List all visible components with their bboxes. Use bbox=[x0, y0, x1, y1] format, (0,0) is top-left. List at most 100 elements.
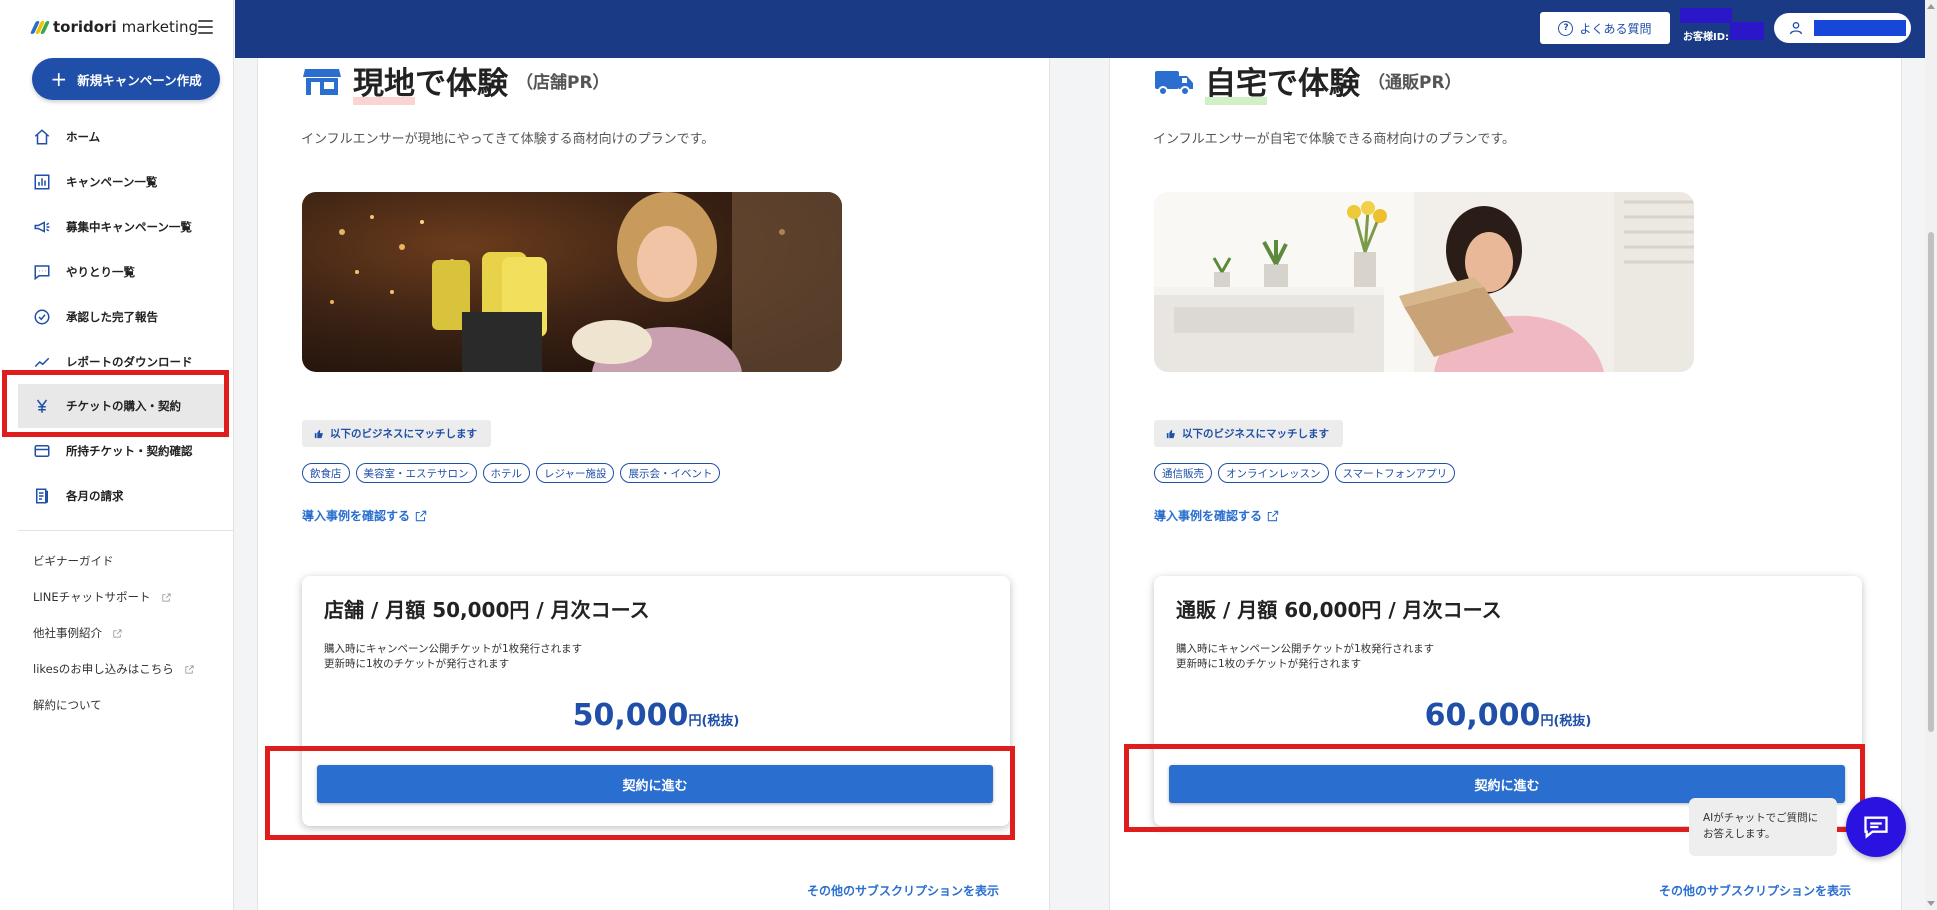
pricing-card-note: 購入時にキャンペーン公開チケットが1枚発行されます 更新時に1枚のチケットが発行… bbox=[1176, 642, 1434, 672]
price-amount: 50,000 bbox=[572, 698, 689, 733]
sidebar-item-approved[interactable]: 承認した完了報告 bbox=[0, 294, 233, 339]
note-line: 購入時にキャンペーン公開チケットが1枚発行されます bbox=[1176, 643, 1435, 655]
annotation-box bbox=[265, 746, 1015, 840]
business-tag: 飲食店 bbox=[302, 463, 350, 483]
sidebar-link-likes-apply[interactable]: likesのお申し込みはこちら bbox=[0, 651, 233, 687]
note-line: 購入時にキャンペーン公開チケットが1枚発行されます bbox=[324, 643, 583, 655]
redacted-block bbox=[1730, 22, 1764, 40]
plan-title: 自宅で体験 （通販PR） bbox=[1155, 58, 1462, 105]
price: 60,000円(税抜) bbox=[1154, 698, 1862, 733]
logo-row: toridori marketing bbox=[0, 0, 233, 54]
sidebar: toridori marketing + 新規キャンペーン作成 ホーム キャンペ… bbox=[0, 0, 234, 910]
sidebar-item-label: 承認した完了報告 bbox=[66, 309, 158, 324]
business-tags: 通信販売 オンラインレッスン スマートフォンアプリ bbox=[1154, 463, 1456, 483]
match-badge: 以下のビジネスにマッチします bbox=[1154, 420, 1343, 447]
sidebar-nav: ホーム キャンペーン一覧 募集中キャンペーン一覧 やりとり一覧 承認した完了報告… bbox=[0, 114, 233, 518]
ai-chat-tooltip: AIがチャットでご質問に お答えします。 bbox=[1689, 798, 1837, 856]
sidebar-link-line-support[interactable]: LINEチャットサポート bbox=[0, 579, 233, 615]
annotation-box bbox=[2, 370, 229, 437]
new-campaign-label: 新規キャンペーン作成 bbox=[77, 72, 202, 88]
home-icon bbox=[32, 127, 52, 147]
plan-photo-mailorder bbox=[1154, 192, 1694, 372]
case-study-link[interactable]: 導入事例を確認する bbox=[1154, 507, 1280, 524]
new-campaign-button[interactable]: + 新規キャンペーン作成 bbox=[32, 58, 220, 100]
external-link-icon bbox=[112, 628, 123, 639]
match-badge: 以下のビジネスにマッチします bbox=[302, 420, 491, 447]
plan-title-sub: （通販PR） bbox=[1368, 73, 1462, 93]
sidebar-item-label: 募集中キャンペーン一覧 bbox=[66, 219, 192, 234]
megaphone-icon bbox=[32, 217, 52, 237]
business-tag: オンラインレッスン bbox=[1218, 463, 1329, 483]
chat-icon bbox=[1864, 816, 1888, 839]
chat-fab-button[interactable] bbox=[1846, 797, 1906, 857]
user-icon bbox=[1790, 22, 1802, 35]
plan-description: インフルエンサーが現地にやってきて体験する商材向けのプランです。 bbox=[301, 132, 715, 147]
plan-title-sub: （店舗PR） bbox=[516, 73, 610, 93]
menu-icon[interactable] bbox=[198, 20, 213, 34]
plan-title-text: 現地で体験 bbox=[353, 66, 508, 102]
more-subscriptions-link[interactable]: その他のサブスクリプションを表示 bbox=[807, 882, 999, 899]
card-icon bbox=[32, 441, 52, 461]
case-link-label: 導入事例を確認する bbox=[1154, 509, 1263, 523]
trend-icon bbox=[32, 352, 52, 372]
sidebar-item-label: やりとり一覧 bbox=[66, 264, 135, 279]
logo-text: marketing bbox=[121, 18, 199, 36]
ai-chat-text: お答えします。 bbox=[1703, 828, 1776, 840]
user-menu-button[interactable] bbox=[1774, 13, 1911, 43]
sidebar-link-label: ビギナーガイド bbox=[33, 554, 114, 568]
note-line: 更新時に1枚のチケットが発行されます bbox=[324, 658, 510, 670]
sidebar-item-home[interactable]: ホーム bbox=[0, 114, 233, 159]
business-tag: 展示会・イベント bbox=[620, 463, 721, 483]
logo-bold-text: toridori bbox=[53, 18, 117, 36]
redacted-username bbox=[1814, 20, 1906, 36]
external-link-icon bbox=[184, 664, 195, 675]
top-bar: ? よくある質問 お客様ID: bbox=[235, 0, 1925, 58]
scrollbar[interactable] bbox=[1925, 0, 1937, 910]
thumbs-up-icon bbox=[1166, 429, 1175, 438]
sidebar-item-messages[interactable]: やりとり一覧 bbox=[0, 249, 233, 294]
plan-title-main: 自宅で体験 bbox=[1205, 58, 1360, 105]
case-link-label: 導入事例を確認する bbox=[302, 509, 411, 523]
match-label: 以下のビジネスにマッチします bbox=[330, 428, 477, 440]
scroll-down-icon[interactable] bbox=[1927, 901, 1935, 906]
price-unit: 円(税抜) bbox=[1540, 714, 1592, 729]
chart-icon bbox=[32, 172, 52, 192]
price-amount: 60,000 bbox=[1424, 698, 1541, 733]
note-line: 更新時に1枚のチケットが発行されます bbox=[1176, 658, 1362, 670]
external-link-icon bbox=[1267, 510, 1279, 521]
sidebar-link-beginner-guide[interactable]: ビギナーガイド bbox=[0, 543, 233, 579]
store-icon bbox=[303, 68, 341, 95]
receipt-icon bbox=[32, 486, 52, 506]
more-subscriptions-link[interactable]: その他のサブスクリプションを表示 bbox=[1659, 882, 1851, 899]
truck-icon bbox=[1155, 70, 1193, 96]
sidebar-item-recruiting[interactable]: 募集中キャンペーン一覧 bbox=[0, 204, 233, 249]
plan-title-text: 自宅で体験 bbox=[1205, 66, 1360, 102]
sidebar-item-campaigns[interactable]: キャンペーン一覧 bbox=[0, 159, 233, 204]
sidebar-item-label: 各月の請求 bbox=[66, 488, 124, 503]
pricing-card-title: 店舗 / 月額 50,000円 / 月次コース bbox=[324, 598, 650, 622]
sidebar-item-label: レポートのダウンロード bbox=[66, 354, 193, 369]
plan-title-main: 現地で体験 bbox=[353, 58, 508, 105]
sidebar-link-cancellation[interactable]: 解約について bbox=[0, 687, 233, 723]
case-study-link[interactable]: 導入事例を確認する bbox=[302, 507, 428, 524]
redacted-block bbox=[1680, 8, 1732, 23]
thumbs-up-icon bbox=[314, 429, 323, 438]
scroll-thumb[interactable] bbox=[1928, 232, 1934, 732]
plan-photo-store bbox=[302, 192, 842, 372]
business-tag: 通信販売 bbox=[1154, 463, 1212, 483]
sidebar-link-case-studies[interactable]: 他社事例紹介 bbox=[0, 615, 233, 651]
sidebar-link-label: 解約について bbox=[33, 698, 102, 712]
plan-description: インフルエンサーが自宅で体験できる商材向けのプランです。 bbox=[1153, 132, 1516, 147]
help-icon: ? bbox=[1558, 20, 1574, 36]
plus-icon: + bbox=[50, 67, 68, 91]
sidebar-link-label: LINEチャットサポート bbox=[33, 590, 151, 604]
faq-button[interactable]: ? よくある質問 bbox=[1540, 12, 1670, 44]
pricing-card-note: 購入時にキャンペーン公開チケットが1枚発行されます 更新時に1枚のチケットが発行… bbox=[324, 642, 582, 672]
sidebar-link-label: likesのお申し込みはこちら bbox=[33, 662, 174, 676]
app-logo[interactable]: toridori marketing bbox=[29, 18, 199, 36]
scroll-up-icon[interactable] bbox=[1927, 4, 1935, 9]
external-link-icon bbox=[415, 510, 427, 521]
price: 50,000円(税抜) bbox=[302, 698, 1010, 733]
sidebar-item-billing[interactable]: 各月の請求 bbox=[0, 473, 233, 518]
external-link-icon bbox=[161, 592, 172, 603]
